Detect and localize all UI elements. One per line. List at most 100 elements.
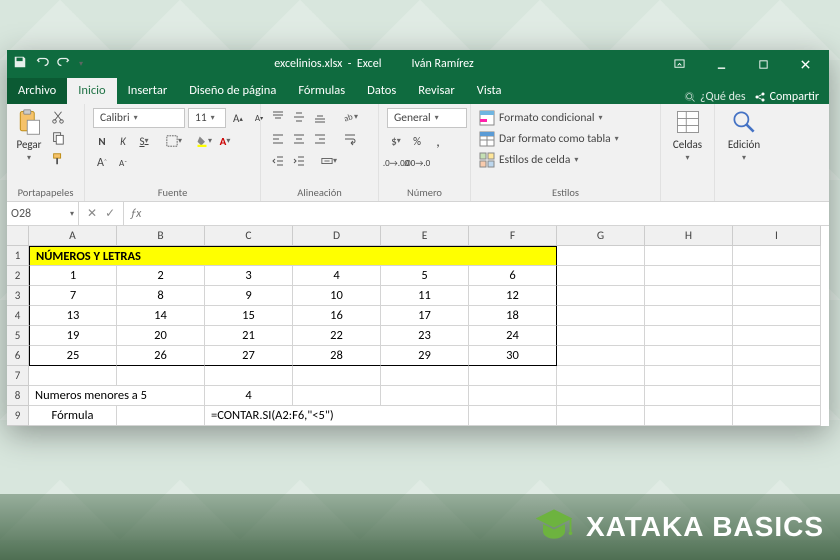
cell[interactable]: =CONTAR.SI(A2:F6,"<5") (205, 406, 469, 426)
increase-font-icon[interactable]: A▴ (229, 109, 247, 127)
cell[interactable] (557, 406, 645, 426)
row-header[interactable]: 9 (7, 406, 29, 426)
merge-center-icon[interactable]: ▾ (320, 152, 338, 170)
cell[interactable] (645, 406, 733, 426)
cell[interactable]: 4 (293, 266, 381, 286)
cell[interactable] (733, 346, 821, 366)
cell[interactable]: 17 (381, 306, 469, 326)
redo-icon[interactable] (57, 55, 71, 73)
row-header[interactable]: 3 (7, 286, 29, 306)
cell-styles-button[interactable]: Estilos de celda▾ (479, 150, 619, 170)
cell[interactable]: 9 (205, 286, 293, 306)
undo-icon[interactable] (35, 55, 49, 73)
cell[interactable]: 10 (293, 286, 381, 306)
cell[interactable] (557, 366, 645, 386)
underline-button[interactable]: S▾ (135, 132, 153, 150)
cell[interactable]: NÚMEROS Y LETRAS (29, 246, 557, 266)
tab-vista[interactable]: Vista (466, 78, 513, 104)
column-header[interactable]: F (469, 226, 557, 246)
cell[interactable] (733, 266, 821, 286)
cell[interactable]: 26 (117, 346, 205, 366)
cell[interactable]: 11 (381, 286, 469, 306)
currency-icon[interactable]: $▾ (387, 132, 405, 150)
cell[interactable] (733, 366, 821, 386)
row-header[interactable]: 8 (7, 386, 29, 406)
cell[interactable]: 1 (29, 266, 117, 286)
tab-diseño-de-página[interactable]: Diseño de página (178, 78, 287, 104)
cell[interactable] (645, 366, 733, 386)
font-grow-placeholder[interactable]: Aˆ (93, 154, 111, 172)
cell[interactable]: 6 (469, 266, 557, 286)
decrease-indent-icon[interactable] (269, 152, 287, 170)
column-header[interactable]: H (645, 226, 733, 246)
cell[interactable]: 5 (381, 266, 469, 286)
cell[interactable]: 29 (381, 346, 469, 366)
cell[interactable]: 2 (117, 266, 205, 286)
cell[interactable] (293, 366, 381, 386)
name-box[interactable]: O28▾ (7, 202, 79, 225)
row-header[interactable]: 5 (7, 326, 29, 346)
decrease-decimal-icon[interactable]: .00→.0 (408, 154, 426, 172)
cell[interactable] (557, 346, 645, 366)
cell[interactable]: 24 (469, 326, 557, 346)
cell[interactable] (645, 266, 733, 286)
cell[interactable]: 18 (469, 306, 557, 326)
cell[interactable] (645, 286, 733, 306)
ribbon-options-icon[interactable] (659, 50, 699, 78)
row-header[interactable]: 1 (7, 246, 29, 266)
column-header[interactable]: E (381, 226, 469, 246)
cell[interactable] (645, 346, 733, 366)
number-format-combo[interactable]: General▾ (387, 108, 467, 128)
cell[interactable] (645, 386, 733, 406)
tab-revisar[interactable]: Revisar (407, 78, 465, 104)
cell[interactable] (733, 246, 821, 266)
share-button[interactable]: Compartir (754, 90, 819, 104)
cell[interactable] (733, 386, 821, 406)
cell[interactable]: 14 (117, 306, 205, 326)
cell[interactable] (733, 286, 821, 306)
cell[interactable]: 7 (29, 286, 117, 306)
spreadsheet-grid[interactable]: ABCDEFGHI 1NÚMEROS Y LETRAS2123456378910… (7, 226, 829, 426)
bold-button[interactable]: N (93, 132, 111, 150)
cell[interactable]: 12 (469, 286, 557, 306)
cell[interactable] (469, 406, 557, 426)
row-header[interactable]: 6 (7, 346, 29, 366)
tab-datos[interactable]: Datos (356, 78, 407, 104)
cut-icon[interactable] (49, 108, 67, 126)
font-size-combo[interactable]: 11▾ (188, 108, 226, 128)
tell-me-search[interactable]: ¿Qué des (684, 90, 746, 104)
editing-button[interactable]: Edición▾ (728, 108, 760, 163)
fx-icon[interactable]: ƒx (124, 202, 147, 225)
minimize-button[interactable] (701, 50, 741, 78)
font-shrink-placeholder[interactable]: Aˇ (114, 154, 132, 172)
cell[interactable] (557, 246, 645, 266)
cell[interactable]: 4 (205, 386, 293, 406)
cell[interactable]: 3 (205, 266, 293, 286)
cell[interactable] (645, 246, 733, 266)
copy-icon[interactable] (49, 129, 67, 147)
cell[interactable] (557, 306, 645, 326)
cell[interactable]: 19 (29, 326, 117, 346)
align-right-icon[interactable] (311, 130, 329, 148)
paste-button[interactable]: Pegar ▾ (15, 108, 43, 163)
cell[interactable]: Numeros menores a 5 (29, 386, 205, 406)
column-header[interactable]: A (29, 226, 117, 246)
column-header[interactable]: D (293, 226, 381, 246)
column-header[interactable]: G (557, 226, 645, 246)
cell[interactable] (733, 326, 821, 346)
formula-input[interactable] (147, 202, 829, 225)
italic-button[interactable]: K (114, 132, 132, 150)
column-header[interactable]: B (117, 226, 205, 246)
cell[interactable] (557, 266, 645, 286)
cell[interactable]: 20 (117, 326, 205, 346)
wrap-text-icon[interactable] (341, 130, 359, 148)
maximize-button[interactable] (743, 50, 783, 78)
select-all-corner[interactable] (7, 226, 29, 246)
cell[interactable] (733, 406, 821, 426)
conditional-formatting-button[interactable]: Formato condicional▾ (479, 108, 619, 128)
cell[interactable] (381, 366, 469, 386)
column-header[interactable]: I (733, 226, 821, 246)
percent-icon[interactable]: % (408, 132, 426, 150)
save-icon[interactable] (13, 55, 27, 73)
tab-fórmulas[interactable]: Fórmulas (287, 78, 356, 104)
